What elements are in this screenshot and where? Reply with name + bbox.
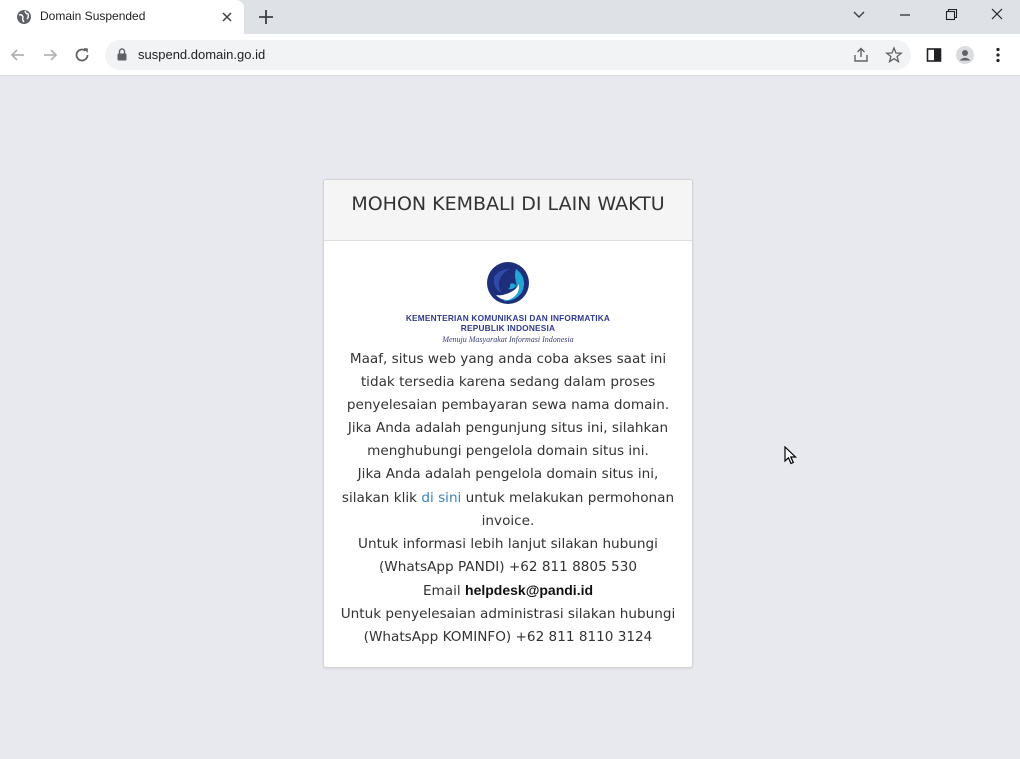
helpdesk-email[interactable]: helpdesk@pandi.id [465,582,593,598]
side-panel-icon[interactable] [924,45,944,65]
message-text: untuk melakukan permohonan [461,489,675,506]
kebab-menu-icon[interactable] [988,45,1008,65]
suspension-message: Maaf, situs web yang anda coba akses saa… [338,348,678,649]
logo-text-line2: REPUBLIK INDONESIA [460,323,556,333]
close-icon[interactable] [219,9,235,25]
request-invoice-link[interactable]: di sini [421,490,461,506]
message-line: Jika Anda adalah pengelola domain situs … [357,466,659,483]
minimize-icon[interactable] [893,5,917,25]
arrow-right-icon[interactable] [40,45,60,65]
plus-icon[interactable] [256,7,276,27]
star-icon[interactable] [885,46,903,64]
restore-icon[interactable] [939,5,963,25]
arrow-left-icon[interactable] [8,45,28,65]
email-label: Email [422,582,466,599]
message-line: Maaf, situs web yang anda coba akses saa… [349,351,667,367]
message-line: penyelesaian pembayaran sewa nama domain… [346,397,670,414]
page-title: MOHON KEMBALI DI LAIN WAKTU [351,193,665,215]
logo-tagline: Menuju Masyarakat Informasi Indonesia [442,335,574,344]
message-line: invoice. [481,512,535,529]
browser-tab[interactable]: Domain Suspended [0,0,244,34]
mouse-cursor-icon [784,446,797,465]
address-bar[interactable]: suspend.domain.go.id [105,40,911,70]
logo-text-line1: KEMENTERIAN KOMUNIKASI DAN INFORMATIKA [405,313,611,323]
message-line: Untuk informasi lebih lanjut silakan hub… [358,535,658,552]
message-line: Untuk penyelesaian administrasi silakan … [340,606,676,623]
message-line: menghubungi pengelola domain situs ini. [367,443,649,460]
message-line: Email helpdesk@pandi.id [338,579,678,603]
tab-strip: Domain Suspended [0,0,1020,34]
globe-icon [17,10,31,24]
tab-title: Domain Suspended [40,9,146,23]
suspension-card: MOHON KEMBALI DI LAIN WAKTU KEMENTERIAN … [323,179,693,668]
share-icon[interactable] [852,46,870,64]
chevron-down-icon[interactable] [847,5,871,25]
kominfo-logo [487,262,529,304]
browser-toolbar: suspend.domain.go.id [0,34,1020,76]
card-header: MOHON KEMBALI DI LAIN WAKTU [324,180,692,241]
message-text: silakan klik [341,489,422,506]
message-line: tidak tersedia karena sedang dalam prose… [360,374,656,391]
message-line: (WhatsApp KOMINFO) +62 811 8110 3124 [363,629,653,646]
message-line: (WhatsApp PANDI) +62 811 8805 530 [378,558,637,575]
profile-icon[interactable] [955,45,975,65]
url-text[interactable]: suspend.domain.go.id [138,47,265,62]
close-icon[interactable] [985,5,1009,25]
lock-icon[interactable] [117,48,127,61]
reload-icon[interactable] [72,45,92,65]
message-line: silakan klik di sini untuk melakukan per… [338,487,678,510]
message-line: Jika Anda adalah pengunjung situs ini, s… [347,420,669,437]
